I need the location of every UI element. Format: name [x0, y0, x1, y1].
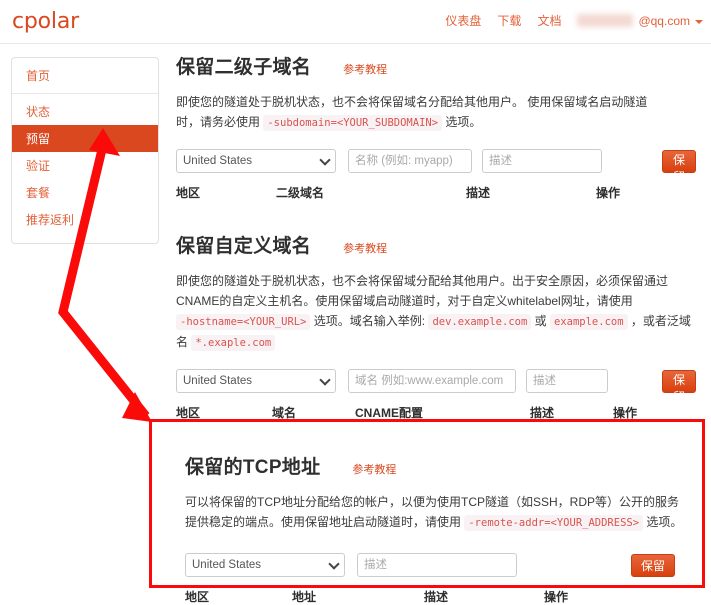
section-description: 即使您的隧道处于脱机状态，也不会将保留域分配给其他用户。出于安全原因，必须保留通…: [176, 271, 696, 353]
desc-line-3: 选项。: [445, 115, 481, 129]
table-header: 地区 二级域名 描述 操作: [176, 184, 696, 201]
reserve-form: United States 保留: [176, 149, 696, 173]
table-header: 地区 域名 CNAME配置 描述 操作: [176, 404, 696, 421]
custom-domain-input[interactable]: [348, 369, 516, 393]
sidebar-item-reserved[interactable]: 预留: [12, 125, 158, 152]
page-title: 保留二级子域名: [176, 52, 311, 79]
sidebar-item-referral[interactable]: 推荐返利: [12, 206, 158, 233]
sidebar-item-status[interactable]: 状态: [12, 98, 158, 125]
column-action: 操作: [613, 404, 637, 421]
region-select-wrap: United States: [185, 553, 345, 577]
reserve-button[interactable]: 保留: [662, 150, 696, 173]
account-domain[interactable]: @qq.com: [638, 14, 690, 28]
brand-logo[interactable]: cpolar: [12, 9, 79, 34]
header-nav: 仪表盘 下载 文档 @qq.com: [445, 12, 703, 29]
desc-line-1: 即使您的隧道处于脱机状态，也不会将保留域分配给其他用户。出于安全原因，必须保留通…: [176, 274, 668, 288]
section-title: 保留的TCP地址: [185, 452, 320, 479]
tutorial-link[interactable]: 参考教程: [352, 461, 396, 477]
account-menu[interactable]: @qq.com: [577, 14, 703, 28]
section-reserved-custom-domain: 保留自定义域名 参考教程 即使您的隧道处于脱机状态，也不会将保留域分配给其他用户…: [176, 231, 696, 421]
column-region: 地区: [176, 404, 272, 421]
tutorial-link[interactable]: 参考教程: [343, 61, 387, 77]
section-reserved-subdomain: 保留二级子域名 参考教程 即使您的隧道处于脱机状态，也不会将保留域名分配给其他用…: [176, 52, 696, 201]
section-title: 保留自定义域名: [176, 231, 311, 258]
region-select-wrap: United States: [176, 369, 336, 393]
region-select-wrap: United States: [176, 149, 336, 173]
column-cname: CNAME配置: [355, 404, 530, 421]
code-subdomain-flag: -subdomain=<YOUR_SUBDOMAIN>: [263, 115, 442, 131]
main-content: 保留二级子域名 参考教程 即使您的隧道处于脱机状态，也不会将保留域名分配给其他用…: [176, 52, 696, 605]
desc-line-2: 时，请务必使用: [176, 115, 260, 129]
account-name-redacted: [577, 14, 633, 27]
column-desc: 描述: [466, 184, 596, 201]
section-header: 保留二级子域名 参考教程: [176, 52, 696, 79]
sidebar-list: 状态 预留 验证 套餐 推荐返利: [12, 94, 158, 243]
chevron-down-icon: [695, 20, 703, 24]
section-header: 保留自定义域名 参考教程: [176, 231, 696, 258]
desc-line-2: 提供稳定的端点。使用保留地址启动隧道时，请使用: [185, 515, 461, 529]
nav-docs[interactable]: 文档: [537, 12, 561, 29]
region-select[interactable]: United States: [176, 369, 336, 393]
region-select[interactable]: United States: [176, 149, 336, 173]
description-input[interactable]: [526, 369, 608, 393]
reserve-button[interactable]: 保留: [631, 554, 675, 577]
column-subdomain: 二级域名: [276, 184, 466, 201]
description-input[interactable]: [357, 553, 517, 577]
sidebar-item-plan[interactable]: 套餐: [12, 179, 158, 206]
column-action: 操作: [596, 184, 620, 201]
code-example-dev-domain: dev.example.com: [428, 314, 531, 330]
region-select[interactable]: United States: [185, 553, 345, 577]
column-domain: 域名: [272, 404, 355, 421]
desc-line-2: CNAME的自定义主机名。使用保留域启动隧道时，对于自定义whitelabel网…: [176, 294, 633, 308]
desc-line-4: 或: [535, 314, 547, 328]
reserve-button[interactable]: 保留: [662, 370, 696, 393]
column-desc: 描述: [530, 404, 613, 421]
page-root: cpolar 仪表盘 下载 文档 @qq.com 首页 状态 预留 验证 套餐 …: [0, 0, 711, 597]
section-description: 即使您的隧道处于脱机状态，也不会将保留域名分配给其他用户。 使用保留域名启动隧道…: [176, 92, 696, 133]
sidebar-item-home[interactable]: 首页: [12, 58, 158, 94]
desc-line-1: 即使您的隧道处于脱机状态，也不会将保留域名分配给其他用户。 使用保留域名启动隧道: [176, 95, 647, 109]
desc-line-3: 选项。: [646, 515, 682, 529]
desc-line-3: 选项。域名输入举例:: [314, 314, 425, 328]
code-remote-addr-flag: -remote-addr=<YOUR_ADDRESS>: [464, 515, 643, 531]
nav-download[interactable]: 下载: [497, 12, 521, 29]
code-hostname-flag: -hostname=<YOUR_URL>: [176, 314, 310, 330]
reserve-form: United States 保留: [185, 553, 696, 577]
section-description: 可以将保留的TCP地址分配给您的帐户，以便为使用TCP隧道（如SSH，RDP等）…: [185, 492, 696, 533]
section-reserved-tcp-address: 保留的TCP地址 参考教程 可以将保留的TCP地址分配给您的帐户，以便为使用TC…: [185, 452, 696, 605]
code-wildcard-domain: *.exaple.com: [191, 335, 275, 351]
site-header: cpolar 仪表盘 下载 文档 @qq.com: [0, 0, 711, 44]
nav-dashboard[interactable]: 仪表盘: [445, 12, 481, 29]
desc-line-1: 可以将保留的TCP地址分配给您的帐户，以便为使用TCP隧道（如SSH，RDP等）…: [185, 495, 679, 509]
sidebar: 首页 状态 预留 验证 套餐 推荐返利: [11, 57, 159, 244]
section-header: 保留的TCP地址 参考教程: [185, 452, 696, 479]
reserve-form: United States 保留: [176, 369, 696, 393]
description-input[interactable]: [482, 149, 602, 173]
arrow-head-down: [122, 392, 152, 422]
tutorial-link[interactable]: 参考教程: [343, 240, 387, 256]
code-example-domain: example.com: [550, 314, 628, 330]
subdomain-name-input[interactable]: [348, 149, 472, 173]
column-region: 地区: [176, 184, 276, 201]
sidebar-item-auth[interactable]: 验证: [12, 152, 158, 179]
